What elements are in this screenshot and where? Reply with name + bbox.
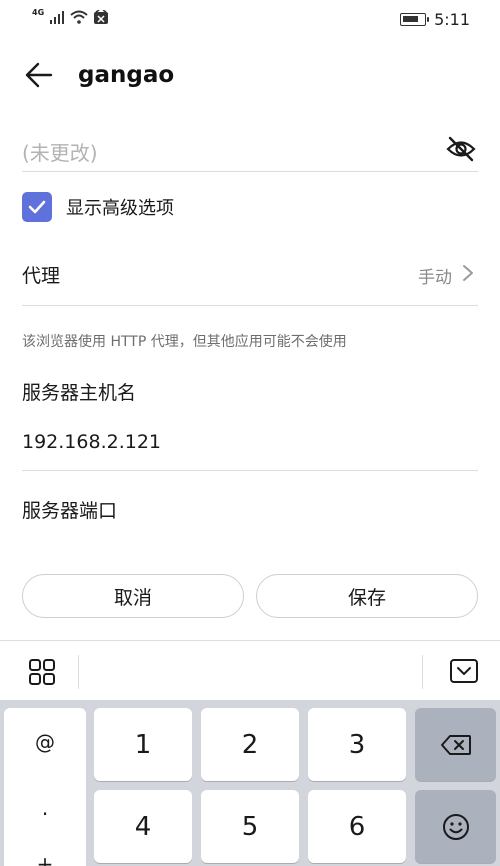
wifi-icon (70, 10, 88, 24)
cancel-button[interactable]: 取消 (22, 574, 244, 618)
host-value: 192.168.2.121 (22, 431, 162, 453)
key-2[interactable]: 2 (201, 708, 299, 781)
password-field[interactable]: (未更改) (22, 128, 478, 172)
key-5[interactable]: 5 (201, 790, 299, 863)
keyboard-toolbar (0, 640, 500, 700)
arrow-left-icon (25, 62, 53, 88)
port-label: 服务器端口 (22, 500, 118, 522)
status-icons-right: 5:11 (400, 10, 470, 29)
back-button[interactable] (22, 58, 56, 92)
checkmark-icon (28, 200, 46, 214)
symbol-column[interactable]: @ . + (4, 708, 86, 866)
toolbar-divider (78, 655, 79, 689)
proxy-value: 手动 (418, 268, 452, 288)
grid-icon[interactable] (28, 658, 56, 686)
host-input[interactable]: 192.168.2.121 (22, 420, 478, 471)
symbol-key[interactable]: + (4, 852, 86, 866)
status-icons-left: 4G (32, 8, 109, 24)
page-title: gangao (78, 62, 175, 88)
notification-app-icon (94, 10, 109, 24)
symbol-key[interactable]: @ (4, 730, 86, 754)
symbol-key[interactable]: . (4, 796, 86, 820)
save-button[interactable]: 保存 (256, 574, 478, 618)
chevron-right-icon (463, 265, 473, 281)
emoji-key[interactable] (415, 790, 496, 863)
advanced-checkbox[interactable] (22, 192, 52, 222)
status-bar: 4G 5:11 (0, 0, 500, 40)
host-label: 服务器主机名 (22, 382, 137, 404)
show-advanced-option[interactable]: 显示高级选项 (22, 190, 174, 224)
key-6[interactable]: 6 (308, 790, 406, 863)
proxy-label: 代理 (22, 265, 61, 287)
key-4[interactable]: 4 (94, 790, 192, 863)
proxy-hint: 该浏览器使用 HTTP 代理，但其他应用可能不会使用 (22, 334, 347, 350)
numeric-keypad: @ . + 1 2 3 4 5 6 (0, 700, 500, 866)
password-placeholder: (未更改) (22, 141, 98, 165)
key-3[interactable]: 3 (308, 708, 406, 781)
hide-keyboard-icon[interactable] (449, 658, 479, 684)
signal-icon (50, 11, 65, 24)
backspace-key[interactable] (415, 708, 496, 781)
network-type: 4G (32, 8, 45, 17)
proxy-selector[interactable]: 代理 手动 (22, 240, 478, 306)
clock: 5:11 (434, 10, 470, 29)
header: gangao (0, 52, 500, 100)
advanced-label: 显示高级选项 (66, 198, 174, 219)
key-1[interactable]: 1 (94, 708, 192, 781)
eye-off-icon[interactable] (446, 136, 476, 162)
smiley-icon (442, 813, 469, 840)
toolbar-divider (422, 655, 423, 689)
backspace-icon (440, 734, 471, 755)
battery-icon (400, 13, 430, 26)
